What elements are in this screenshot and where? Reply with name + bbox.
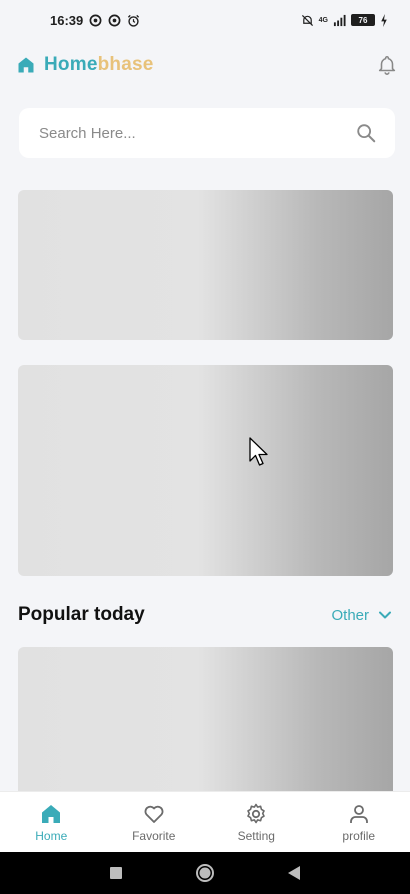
section-title: Popular today — [18, 604, 145, 625]
alarm-icon — [128, 14, 140, 27]
nav-setting-label: Setting — [237, 828, 275, 843]
nav-profile[interactable]: profile — [309, 802, 409, 843]
app-screen: 16:39 4G 76 Homebhase Popular today Ot — [0, 0, 410, 894]
popular-card-placeholder[interactable] — [18, 647, 393, 807]
person-icon — [349, 804, 368, 823]
featured-card-placeholder[interactable] — [18, 365, 393, 576]
brand-name-part2: bhase — [97, 54, 154, 75]
brand-logo: Homebhase — [17, 54, 154, 76]
nav-setting[interactable]: Setting — [206, 802, 306, 843]
notification-icon — [108, 14, 121, 26]
popular-section-header: Popular today Other — [18, 600, 392, 630]
status-time: 16:39 — [50, 12, 84, 28]
nav-favorite[interactable]: Favorite — [104, 802, 204, 843]
search-bar — [19, 108, 395, 158]
network-type: 4G — [318, 16, 328, 24]
brand-name-part1: Home — [44, 54, 98, 75]
status-left: 16:39 — [50, 13, 140, 28]
status-bar: 16:39 4G 76 — [0, 0, 410, 40]
search-input[interactable] — [39, 124, 319, 142]
mute-bell-icon — [301, 14, 313, 26]
charging-icon — [381, 13, 387, 27]
gear-icon — [247, 803, 266, 823]
nav-profile-label: profile — [342, 828, 376, 843]
heart-icon — [144, 805, 164, 823]
home-logo-icon — [18, 57, 34, 73]
notification-bell-icon[interactable] — [376, 54, 398, 76]
notification-icon — [89, 14, 102, 26]
brand-name: Homebhase — [44, 54, 154, 76]
mouse-cursor-icon — [249, 437, 268, 466]
back-button-icon[interactable] — [287, 865, 301, 881]
filter-dropdown[interactable]: Other — [331, 607, 392, 624]
recents-button-icon[interactable] — [109, 866, 123, 880]
search-icon[interactable] — [355, 122, 377, 144]
nav-home[interactable]: Home — [1, 802, 101, 843]
app-header: Homebhase — [0, 40, 410, 90]
signal-icon — [333, 14, 346, 26]
nav-home-label: Home — [35, 828, 68, 843]
nav-favorite-label: Favorite — [132, 828, 176, 843]
bottom-navigation: Home Favorite Setting profile — [0, 791, 410, 852]
home-icon — [42, 804, 61, 823]
chevron-down-icon — [379, 611, 391, 619]
home-button-icon[interactable] — [195, 863, 215, 883]
featured-card-placeholder[interactable] — [18, 190, 393, 340]
system-navigation-bar — [0, 852, 410, 894]
battery-level: 76 — [351, 14, 375, 26]
filter-label: Other — [331, 606, 369, 624]
status-right: 4G 76 — [301, 13, 388, 27]
